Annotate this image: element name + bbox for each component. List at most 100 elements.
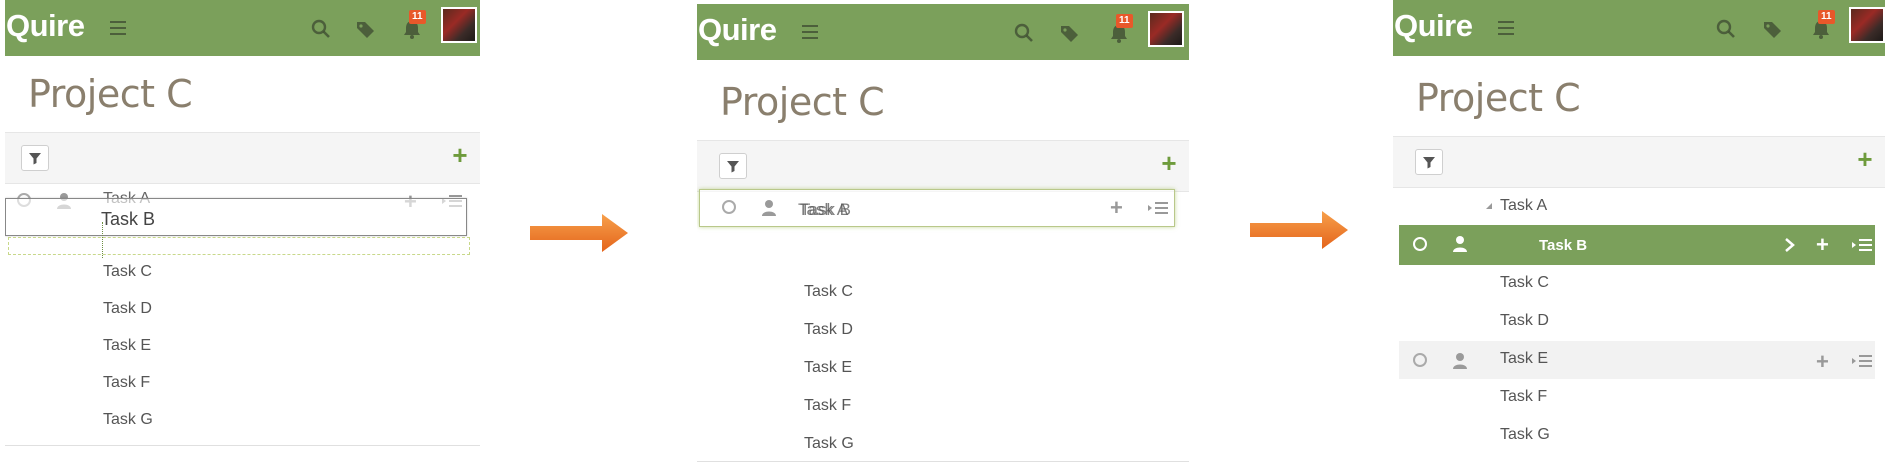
divider bbox=[5, 445, 480, 446]
filter-icon bbox=[727, 161, 739, 173]
page-title: Project C bbox=[28, 72, 193, 116]
search-icon[interactable] bbox=[1013, 22, 1035, 44]
add-subtask-icon[interactable] bbox=[1147, 200, 1169, 216]
circle-check-icon[interactable] bbox=[1413, 237, 1427, 251]
task-row[interactable]: Task C bbox=[1393, 265, 1885, 303]
filter-icon bbox=[29, 153, 41, 165]
filter-button[interactable] bbox=[719, 153, 747, 179]
user-icon[interactable] bbox=[1452, 352, 1468, 370]
quire-logo[interactable]: Quire bbox=[698, 12, 777, 48]
tags-icon[interactable] bbox=[1762, 18, 1784, 40]
top-bar: Quire 11 bbox=[5, 0, 480, 56]
task-row[interactable]: Task D bbox=[5, 291, 480, 329]
avatar[interactable] bbox=[1148, 11, 1184, 47]
toolbar: + bbox=[697, 140, 1189, 192]
top-bar: Quire 11 bbox=[697, 4, 1189, 60]
expand-triangle-icon[interactable] bbox=[1484, 201, 1494, 211]
avatar[interactable] bbox=[1849, 7, 1885, 43]
tags-icon[interactable] bbox=[1059, 22, 1081, 44]
task-label[interactable]: Task G bbox=[1500, 426, 1550, 444]
task-row-selected[interactable]: Task B + bbox=[1399, 225, 1875, 265]
task-label[interactable]: Task D bbox=[804, 321, 853, 339]
task-row[interactable]: Task F bbox=[697, 388, 1189, 426]
notification-badge: 11 bbox=[409, 10, 426, 24]
task-row[interactable]: Task A bbox=[1393, 188, 1885, 226]
task-label[interactable]: Task F bbox=[804, 397, 851, 415]
task-row-hover[interactable]: Task E + bbox=[1399, 341, 1875, 379]
task-label[interactable]: Task F bbox=[103, 374, 150, 392]
drop-indicator bbox=[102, 222, 103, 258]
task-row[interactable]: Task G bbox=[697, 426, 1189, 464]
page-title: Project C bbox=[720, 80, 885, 124]
task-label[interactable]: Task F bbox=[1500, 388, 1547, 406]
bell-icon[interactable]: 11 bbox=[1108, 14, 1133, 44]
screenshot-panel-3: Quire 11 Project C + Task A Task B + Tas… bbox=[1393, 0, 1885, 464]
arrow-right-icon bbox=[530, 214, 628, 252]
notification-badge: 11 bbox=[1116, 14, 1133, 28]
task-row[interactable]: Task G bbox=[1393, 417, 1885, 455]
task-label[interactable]: Task G bbox=[804, 435, 854, 453]
add-subtask-icon[interactable] bbox=[1851, 353, 1873, 369]
circle-check-icon[interactable] bbox=[1413, 353, 1427, 367]
screenshot-panel-2: Quire 11 Project C + Task A Task B + Tas… bbox=[697, 0, 1189, 464]
quire-logo[interactable]: Quire bbox=[6, 8, 85, 44]
task-label[interactable]: Task C bbox=[103, 263, 152, 281]
avatar[interactable] bbox=[441, 7, 477, 43]
dragged-task-label: Task B bbox=[101, 209, 156, 229]
bell-icon[interactable]: 11 bbox=[1810, 10, 1835, 40]
plus-icon[interactable]: + bbox=[1110, 195, 1123, 221]
circle-check-icon[interactable] bbox=[722, 200, 736, 214]
drop-placeholder bbox=[8, 237, 470, 255]
task-label[interactable]: Task E bbox=[804, 359, 852, 377]
user-icon[interactable] bbox=[1452, 235, 1468, 253]
task-row[interactable]: Task D bbox=[1393, 303, 1885, 341]
toolbar: + bbox=[1393, 136, 1885, 188]
task-row[interactable]: Task D bbox=[697, 312, 1189, 350]
task-label[interactable]: Task C bbox=[1500, 274, 1549, 292]
filter-button[interactable] bbox=[1415, 149, 1443, 175]
user-icon[interactable] bbox=[761, 199, 777, 217]
task-label[interactable]: Task E bbox=[1500, 350, 1548, 368]
screenshot-panel-1: Quire 11 Project C + Task A + Task B Tas… bbox=[5, 0, 480, 448]
tags-icon[interactable] bbox=[355, 18, 377, 40]
plus-icon[interactable]: + bbox=[1816, 349, 1829, 375]
task-label[interactable]: Task D bbox=[1500, 312, 1549, 330]
add-task-button[interactable]: + bbox=[1159, 150, 1179, 176]
task-label[interactable]: Task G bbox=[103, 411, 153, 429]
plus-icon[interactable]: + bbox=[1816, 232, 1829, 258]
task-label[interactable]: Task D bbox=[103, 300, 152, 318]
task-label[interactable]: Task C bbox=[804, 283, 853, 301]
task-row[interactable]: Task E bbox=[5, 328, 480, 366]
filter-button[interactable] bbox=[21, 145, 49, 171]
arrow-right-icon bbox=[1250, 211, 1348, 249]
top-bar: Quire 11 bbox=[1393, 0, 1885, 56]
overlap-task-label-b: Task B bbox=[800, 200, 852, 219]
menu-icon[interactable] bbox=[802, 25, 818, 39]
bell-icon[interactable]: 11 bbox=[401, 10, 426, 40]
task-row[interactable]: Task C bbox=[5, 254, 480, 292]
page-title: Project C bbox=[1416, 76, 1581, 120]
quire-logo[interactable]: Quire bbox=[1394, 8, 1473, 44]
search-icon[interactable] bbox=[310, 18, 332, 40]
divider bbox=[697, 461, 1189, 462]
chevron-right-icon[interactable] bbox=[1783, 237, 1797, 253]
search-icon[interactable] bbox=[1715, 18, 1737, 40]
task-label[interactable]: Task E bbox=[103, 337, 151, 355]
task-row[interactable]: Task C bbox=[697, 274, 1189, 312]
menu-icon[interactable] bbox=[110, 21, 126, 35]
drag-ghost[interactable]: Task B bbox=[5, 198, 467, 236]
task-row[interactable]: Task F bbox=[5, 365, 480, 403]
add-subtask-icon[interactable] bbox=[1851, 237, 1873, 253]
add-task-button[interactable]: + bbox=[450, 142, 470, 168]
task-row[interactable]: Task G bbox=[5, 402, 480, 440]
drag-ghost[interactable]: Task A Task B + bbox=[699, 189, 1175, 227]
task-row[interactable]: Task F bbox=[1393, 379, 1885, 417]
notification-badge: 11 bbox=[1818, 10, 1835, 24]
add-task-button[interactable]: + bbox=[1855, 146, 1875, 172]
task-row[interactable]: Task E bbox=[697, 350, 1189, 388]
filter-icon bbox=[1423, 157, 1435, 169]
task-label[interactable]: Task A bbox=[1500, 197, 1547, 215]
task-label[interactable]: Task B bbox=[1539, 237, 1587, 254]
menu-icon[interactable] bbox=[1498, 21, 1514, 35]
toolbar: + bbox=[5, 132, 480, 184]
